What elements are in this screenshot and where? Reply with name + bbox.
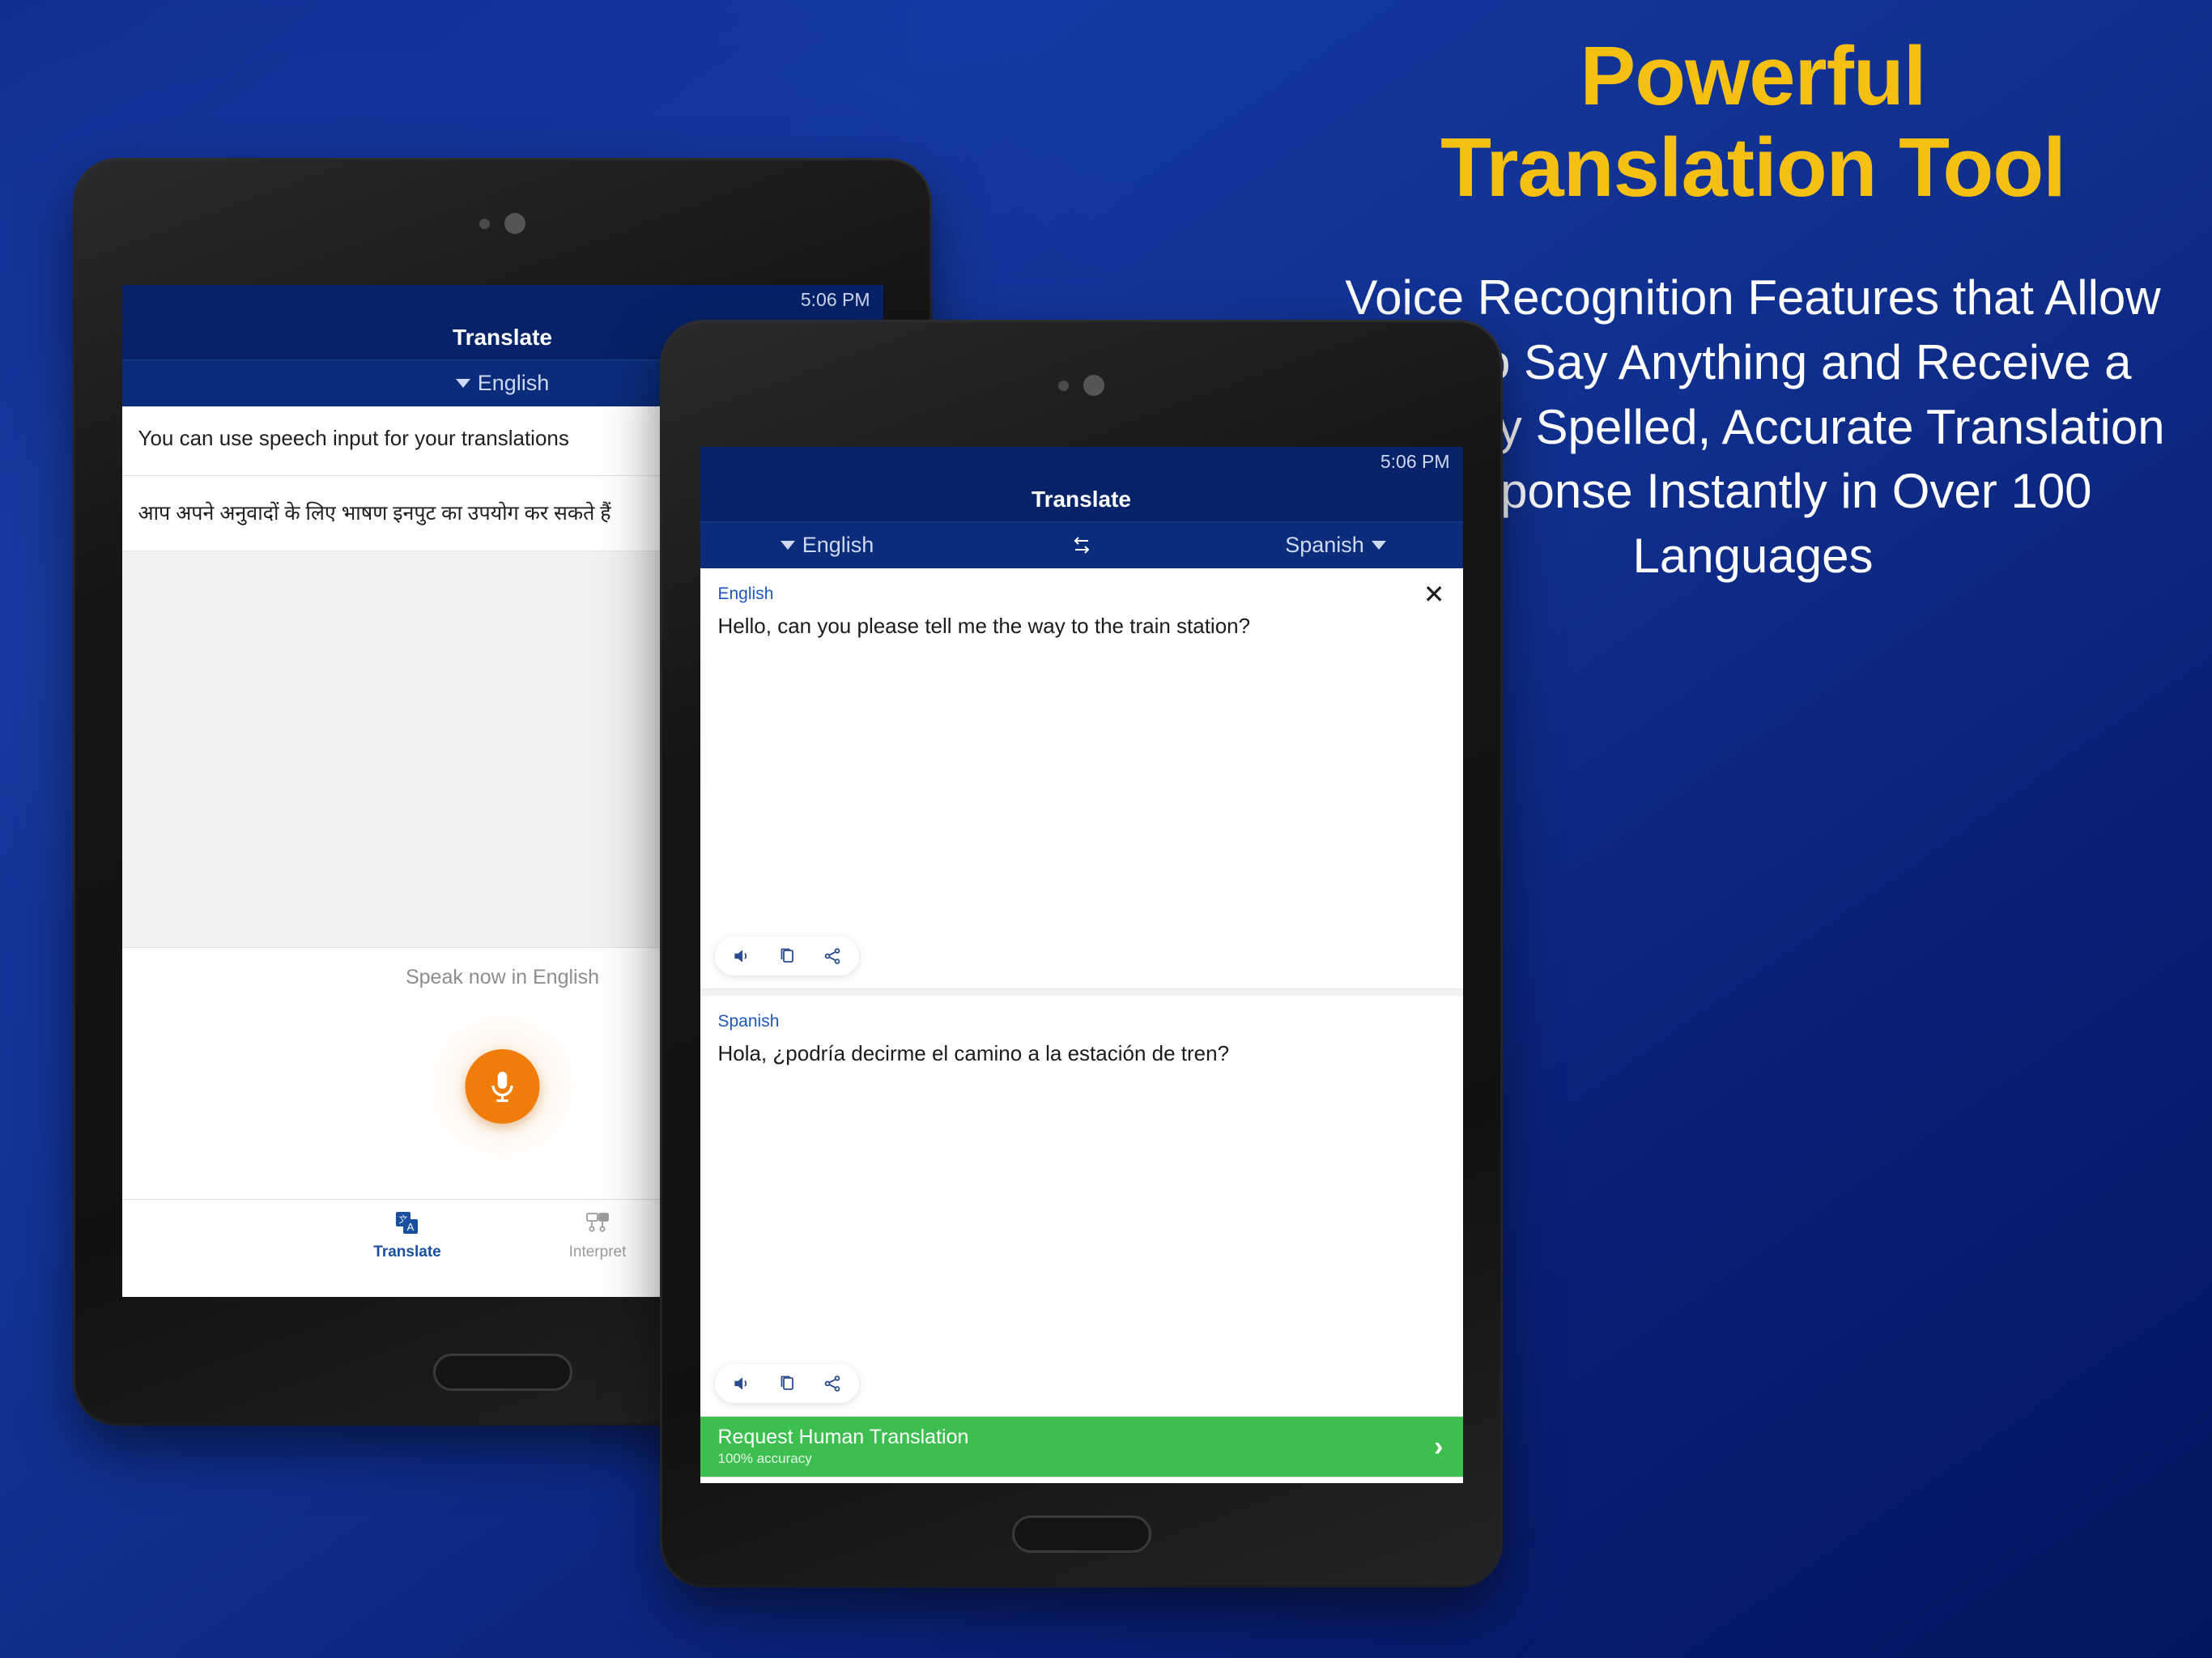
share-icon[interactable] [820,1371,844,1396]
back-tablet-home-button[interactable] [432,1354,572,1391]
camera-lens-icon [1083,375,1104,396]
sensor-dot-icon [1058,380,1069,391]
source-card-action-bar [714,937,859,976]
back-mic-halo [428,1011,577,1161]
card-divider [700,989,1463,996]
back-nav-label-interpret: Interpret [568,1244,627,1261]
source-card-text: Hello, can you please tell me the way to… [717,614,1251,638]
source-text-card[interactable]: English Hello, can you please tell me th… [700,568,1463,989]
microphone-button[interactable] [465,1048,540,1124]
front-status-time: 5:06 PM [1380,451,1450,472]
front-tablet-camera-row [662,369,1500,402]
copy-icon[interactable] [775,1371,799,1396]
front-tablet-device: 5:06 PM Translate English Spanish Englis… [662,322,1500,1585]
translated-card-action-bar [714,1364,859,1403]
translate-icon: 文 A [393,1207,421,1239]
front-bottom-nav: 文 A Translate Interpret [700,1477,1463,1483]
sensor-dot-icon [479,218,490,229]
front-tablet-screen: 5:06 PM Translate English Spanish Englis… [700,447,1463,1483]
front-statusbar: 5:06 PM [700,447,1463,478]
source-card-language-label: English [717,585,774,603]
front-target-language-label: Spanish [1285,533,1364,557]
front-source-language-label: English [802,533,874,557]
front-source-language-selector[interactable]: English [700,533,955,558]
close-icon[interactable]: ✕ [1423,581,1445,607]
back-statusbar: 5:06 PM [121,285,883,316]
share-icon[interactable] [820,944,844,968]
request-human-translation-banner[interactable]: Request Human Translation 100% accuracy … [700,1417,1463,1477]
interpret-icon [584,1207,611,1239]
back-status-time: 5:06 PM [800,289,870,310]
back-nav-label-translate: Translate [373,1244,441,1261]
front-language-bar: English Spanish [700,521,1463,568]
headline-line-1: Powerful [1580,29,1927,122]
chevron-down-icon [1371,541,1386,550]
back-tablet-camera-row [75,207,929,240]
chevron-down-icon [780,541,795,550]
translated-text-card[interactable]: Spanish Hola, ¿podría decirme el camino … [700,996,1463,1417]
chevron-right-icon: › [1434,1431,1444,1462]
camera-lens-icon [504,213,525,234]
front-tablet-home-button[interactable] [1011,1516,1151,1553]
cta-title: Request Human Translation [717,1425,969,1448]
speaker-icon[interactable] [730,944,754,968]
translated-card-text: Hola, ¿podría decirme el camino a la est… [717,1041,1230,1065]
microphone-icon [491,1071,513,1102]
svg-text:A: A [407,1221,415,1233]
swap-languages-button[interactable] [955,534,1209,557]
swap-arrows-icon [1074,536,1089,554]
copy-icon[interactable] [775,944,799,968]
chevron-down-icon [455,379,470,388]
cta-subtitle: 100% accuracy [717,1451,812,1467]
front-target-language-selector[interactable]: Spanish [1209,533,1463,558]
back-nav-item-translate[interactable]: 文 A Translate [313,1207,503,1261]
back-source-language-label: English [477,371,550,395]
translated-card-language-label: Spanish [717,1012,780,1031]
headline-line-2: Translation Tool [1440,121,2066,214]
front-app-title: Translate [700,478,1463,521]
marketing-headline: Powerful Translation Tool [1312,34,2194,209]
speaker-icon[interactable] [730,1371,754,1396]
